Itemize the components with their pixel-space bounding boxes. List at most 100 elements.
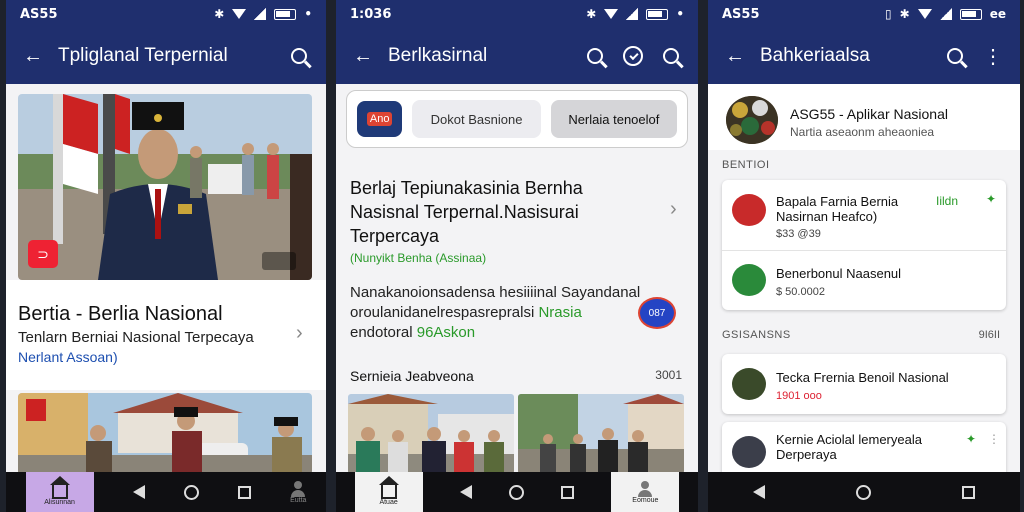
wifi-icon xyxy=(604,9,619,19)
app-bar: AS55 ▯ ✱ ee ← Bahkeriaalsa ⋮ xyxy=(708,0,1020,84)
section-title: BENTIOI xyxy=(722,159,770,171)
search-icon xyxy=(291,48,307,64)
battery-dot: • xyxy=(676,7,684,21)
section-title: Sernieia Jeabveona xyxy=(350,368,474,384)
status-icons: ✱ • xyxy=(214,7,312,21)
status-time: AS55 xyxy=(20,6,58,22)
floating-badge-button[interactable]: 087 xyxy=(638,297,676,329)
headline-title[interactable]: Bertia - Berlia Nasional xyxy=(18,303,223,326)
status-icons: ✱ • xyxy=(586,7,684,21)
nav-home-label: Alisunnan xyxy=(44,498,75,506)
status-time: 1:036 xyxy=(350,6,392,22)
signal-icon xyxy=(626,8,639,20)
battery-dot: • xyxy=(304,7,312,21)
list-item-meta: $33 @39 xyxy=(776,228,821,240)
back-nav-icon[interactable] xyxy=(459,485,472,499)
nav-home-tab[interactable]: Atuae xyxy=(354,472,423,512)
news-thumbnail[interactable] xyxy=(18,393,312,475)
signal-icon xyxy=(939,8,952,20)
news-list-card[interactable]: Tecka Frernia Benoil Nasional 1901 ooo xyxy=(722,354,1006,414)
profile-icon xyxy=(291,480,306,497)
status-time: AS55 xyxy=(722,6,760,22)
section-count: 9I6II xyxy=(978,329,1000,341)
battery-icon xyxy=(959,8,982,20)
avatar-emblem xyxy=(726,96,778,144)
home-nav-icon[interactable] xyxy=(855,484,871,500)
toolbar-title: Berlkasirnal xyxy=(388,45,488,66)
back-arrow-icon[interactable]: ← xyxy=(350,43,376,69)
news-list-card: Bapala Farnia Bernia Nasirnan Heafco) $3… xyxy=(722,180,1006,310)
chip-source-b[interactable]: Nerlaia tenoelof xyxy=(550,100,677,138)
profile-icon xyxy=(638,480,653,497)
article-body-highlight-2[interactable]: 96Askon xyxy=(417,324,475,341)
app-avatar xyxy=(726,96,778,144)
article-body-text: Nanakanoionsadensa hesiiiinal Sayandanal… xyxy=(350,284,641,321)
app-bar: AS55 ✱ • ← Tpliglanal Terpernial xyxy=(6,0,326,84)
app-profile-subtitle: Nartia aseaonm aheaoniea xyxy=(790,125,935,139)
recents-nav-icon[interactable] xyxy=(961,485,975,499)
phone-screen-article: 1:036 ✱ • ← Berlkasirnal Ano Dokot Basni… xyxy=(336,0,698,512)
back-nav-icon[interactable] xyxy=(753,485,766,499)
news-photo xyxy=(18,393,312,475)
system-nav-bar: Alisunnan Eutta xyxy=(6,472,326,512)
toolbar: ← Bahkeriaalsa ⋮ xyxy=(708,28,1020,84)
check-circle-button[interactable] xyxy=(620,43,646,69)
news-source-icon xyxy=(732,264,766,296)
nav-home-tab[interactable]: Alisunnan xyxy=(25,472,94,512)
system-nav-bar: Atuae Eomoue xyxy=(336,472,698,512)
toolbar: ← Berlkasirnal xyxy=(336,28,698,84)
phone-screen-home: AS55 ✱ • ← Tpliglanal Terpernial ⊃ Berti… xyxy=(6,0,326,512)
list-item[interactable]: Benerbonul Naasenul $ 50.0002 xyxy=(722,250,1006,310)
news-thumbnail-2[interactable] xyxy=(518,394,684,474)
article-tag[interactable]: (Nunyikt Benha (Assinaa) xyxy=(350,251,486,265)
home-nav-icon[interactable] xyxy=(508,484,524,500)
battery-icon xyxy=(646,8,669,20)
news-photo xyxy=(518,394,684,474)
system-nav-bar xyxy=(708,472,1020,512)
pin-icon[interactable]: ✦ xyxy=(986,192,996,206)
recents-nav-icon[interactable] xyxy=(561,485,575,499)
more-vert-icon[interactable]: ⋮ xyxy=(980,43,1006,69)
back-arrow-icon[interactable]: ← xyxy=(722,43,748,69)
search-nav-icon[interactable] xyxy=(183,484,199,500)
chip-source-a[interactable]: Dokot Basnione xyxy=(412,100,541,138)
battery-icon xyxy=(274,8,297,20)
chevron-right-icon[interactable]: › xyxy=(670,198,677,221)
search-button-2[interactable] xyxy=(658,43,684,69)
vibrate-icon: ▯ xyxy=(885,7,892,21)
check-circle-icon xyxy=(623,46,643,66)
news-thumbnail[interactable] xyxy=(348,394,514,474)
search-button[interactable] xyxy=(942,43,968,69)
list-item-title: Tecka Frernia Benoil Nasional xyxy=(776,370,949,385)
recents-nav-icon[interactable] xyxy=(237,485,251,499)
headline-link[interactable]: Nerlant Assoan) xyxy=(18,349,118,365)
source-chips: Ano Dokot Basnione Nerlaia tenoelof xyxy=(346,90,688,148)
svg-text:⊃: ⊃ xyxy=(37,247,49,263)
back-arrow-icon[interactable]: ← xyxy=(20,43,46,69)
search-button[interactable] xyxy=(286,43,312,69)
hero-photo: ⊃ xyxy=(18,94,312,280)
bluetooth-icon: ✱ xyxy=(214,7,225,21)
status-bar: AS55 ✱ • xyxy=(6,0,326,28)
article-title[interactable]: Berlaj Tepiunakasinia Bernha Nasisnal Te… xyxy=(350,176,650,248)
nav-home-label: Atuae xyxy=(379,498,398,506)
section-title-2: GSISANSNS xyxy=(722,329,791,341)
chevron-right-icon[interactable]: › xyxy=(296,322,303,345)
search-icon xyxy=(947,48,963,64)
hero-image[interactable]: ⊃ xyxy=(18,94,312,280)
list-item[interactable]: Bapala Farnia Bernia Nasirnan Heafco) $3… xyxy=(722,180,1006,250)
back-nav-icon[interactable] xyxy=(132,485,145,499)
nav-profile-tab[interactable]: Eutta xyxy=(290,480,307,504)
phone-screen-bookmarks: AS55 ▯ ✱ ee ← Bahkeriaalsa ⋮ ASG55 - Apl… xyxy=(708,0,1020,512)
app-logo[interactable]: Ano xyxy=(357,101,403,137)
article-body-highlight[interactable]: Nrasia xyxy=(538,304,581,321)
list-item-title: Bapala Farnia Bernia Nasirnan Heafco) xyxy=(776,194,899,224)
nav-profile-tab[interactable]: Eomoue xyxy=(611,472,680,512)
signal-icon xyxy=(254,8,267,20)
list-item-title: Benerbonul Naasenul xyxy=(776,266,902,281)
pin-icon[interactable]: ✦ xyxy=(966,432,976,446)
screenshot-stage: AS55 ✱ • ← Tpliglanal Terpernial ⊃ Berti… xyxy=(0,0,1024,512)
nav-profile-label: Eutta xyxy=(290,496,307,504)
search-button[interactable] xyxy=(582,43,608,69)
more-vert-icon[interactable]: ⋮ xyxy=(988,432,1000,446)
